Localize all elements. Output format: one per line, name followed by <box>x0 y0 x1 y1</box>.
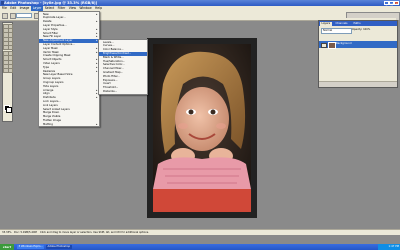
menu-item-label: Layer Properties... <box>43 23 67 27</box>
document-window[interactable] <box>147 38 257 218</box>
maximize-button[interactable]: □ <box>389 0 394 6</box>
layer-thumbnail <box>328 41 336 50</box>
menu-item-label: Lock Layers... <box>43 99 61 103</box>
menu-item-label: Curves... <box>103 44 115 48</box>
tab-paths[interactable]: Paths <box>352 22 362 27</box>
menu-item-label: Ungroup Layers <box>43 80 64 84</box>
photo-canvas[interactable] <box>153 44 251 212</box>
background-color-swatch[interactable] <box>6 107 12 113</box>
menu-item-label: Link Layers <box>43 103 58 107</box>
system-tray-clock: 1:47 PM <box>378 244 400 250</box>
zoom-level[interactable]: 33.33% <box>2 231 12 234</box>
menu-item-label: Flatten Image <box>43 118 62 122</box>
menu-item-label: Group Layers <box>43 77 61 81</box>
menu-item-label: Create Clipping Mask <box>43 54 71 58</box>
layers-panel-tabs: Layers Channels Paths <box>319 21 397 26</box>
new-adjustment-layer-submenu: Levels... Curves... Color Balance... Bright… <box>98 39 148 95</box>
menu-item-label: Video Layers <box>43 61 60 65</box>
menu-item-label: New Layer Based Slice <box>43 73 73 77</box>
submenu-arrow-icon: ▸ <box>96 122 98 126</box>
menu-item-label: Black & White... <box>103 55 124 59</box>
menu-item-label: Invert <box>103 82 111 86</box>
menu-item-label: Smart Objects <box>43 58 62 62</box>
child-photo-image <box>153 44 251 212</box>
start-button[interactable]: start <box>0 244 14 250</box>
taskbar-item-photoshop[interactable]: Adobe Photoshop <box>46 244 72 250</box>
menu-item-label: Posterize... <box>103 89 118 93</box>
window-title: Adobe Photoshop - [kylie.jpg @ 33.3% (RG… <box>4 0 98 5</box>
visibility-eye-icon[interactable] <box>321 42 327 49</box>
menu-item-label: Duplicate Layer... <box>43 16 66 20</box>
menu-item-label: Type <box>43 65 49 69</box>
menu-item-label: Hide Layers <box>43 84 59 88</box>
blend-mode-select[interactable]: Normal <box>321 28 352 34</box>
layer-name: Background <box>336 42 352 46</box>
menu-item-label: New Adjustment Layer <box>43 39 73 43</box>
window-controls: _ □ x <box>384 0 399 6</box>
windows-taskbar: start 3 Windows Explo... Adobe Photoshop… <box>0 244 400 250</box>
tool-preset-icon[interactable] <box>2 12 8 19</box>
menu-item-label: Channel Mixer... <box>103 67 124 71</box>
layers-panel-footer <box>319 81 397 87</box>
menu-item-label: Color Balance... <box>103 48 124 52</box>
menu-item-label: Merge Down <box>43 111 60 115</box>
menu-item-label: Gradient Map... <box>103 70 124 74</box>
adjustment-item-posterize[interactable]: Posterize... <box>99 90 147 94</box>
menu-item-label: Matting <box>43 122 53 126</box>
document-info: Doc: 5.49M/5.49M <box>14 230 37 234</box>
layers-panel: Layers Channels Paths Normal Opacity: 10… <box>318 20 398 88</box>
layer-menu-item-matting[interactable]: Matting ▸ <box>39 123 99 127</box>
minimize-button[interactable]: _ <box>384 0 389 6</box>
menu-item-label: Layer Content Options... <box>43 42 75 46</box>
status-hint: Click and drag to move layer or selectio… <box>40 230 150 234</box>
menu-item-label: Align <box>43 92 50 96</box>
close-button[interactable]: x <box>394 0 399 6</box>
menu-item-label: Layer Mask <box>43 46 58 50</box>
menu-item-label: Threshold... <box>103 86 119 90</box>
toolbox <box>2 22 13 122</box>
menu-item-label: Photo Filter... <box>103 74 120 78</box>
status-bar: 33.33% Doc: 5.49M/5.49M Click and drag t… <box>0 229 400 235</box>
menu-item-label: New Fill Layer <box>43 35 62 39</box>
auto-select-dropdown[interactable] <box>16 12 32 19</box>
menu-item-label: Selective Color... <box>103 63 125 67</box>
menu-item-label: Delete <box>43 20 52 24</box>
menu-item-label: Distribute <box>43 96 56 100</box>
opacity-field[interactable]: Opacity: 100% <box>352 28 370 31</box>
taskbar-item-explorer[interactable]: 3 Windows Explo... <box>17 244 45 250</box>
zoom-tool-icon[interactable] <box>7 68 13 74</box>
layer-menu-dropdown: New ▸ Duplicate Layer... Delete ▸ Layer Prope… <box>38 11 100 127</box>
menu-item-label: Merge Visible <box>43 115 61 119</box>
gradient-tool-icon[interactable] <box>7 45 13 51</box>
menu-item-label: Brightness/Contrast... <box>103 51 132 55</box>
tab-layers[interactable]: Layers <box>320 21 332 26</box>
layer-row-background[interactable]: Background <box>319 41 397 50</box>
tab-channels[interactable]: Channels <box>334 22 349 27</box>
menu-item-label: Layer Style <box>43 27 58 31</box>
